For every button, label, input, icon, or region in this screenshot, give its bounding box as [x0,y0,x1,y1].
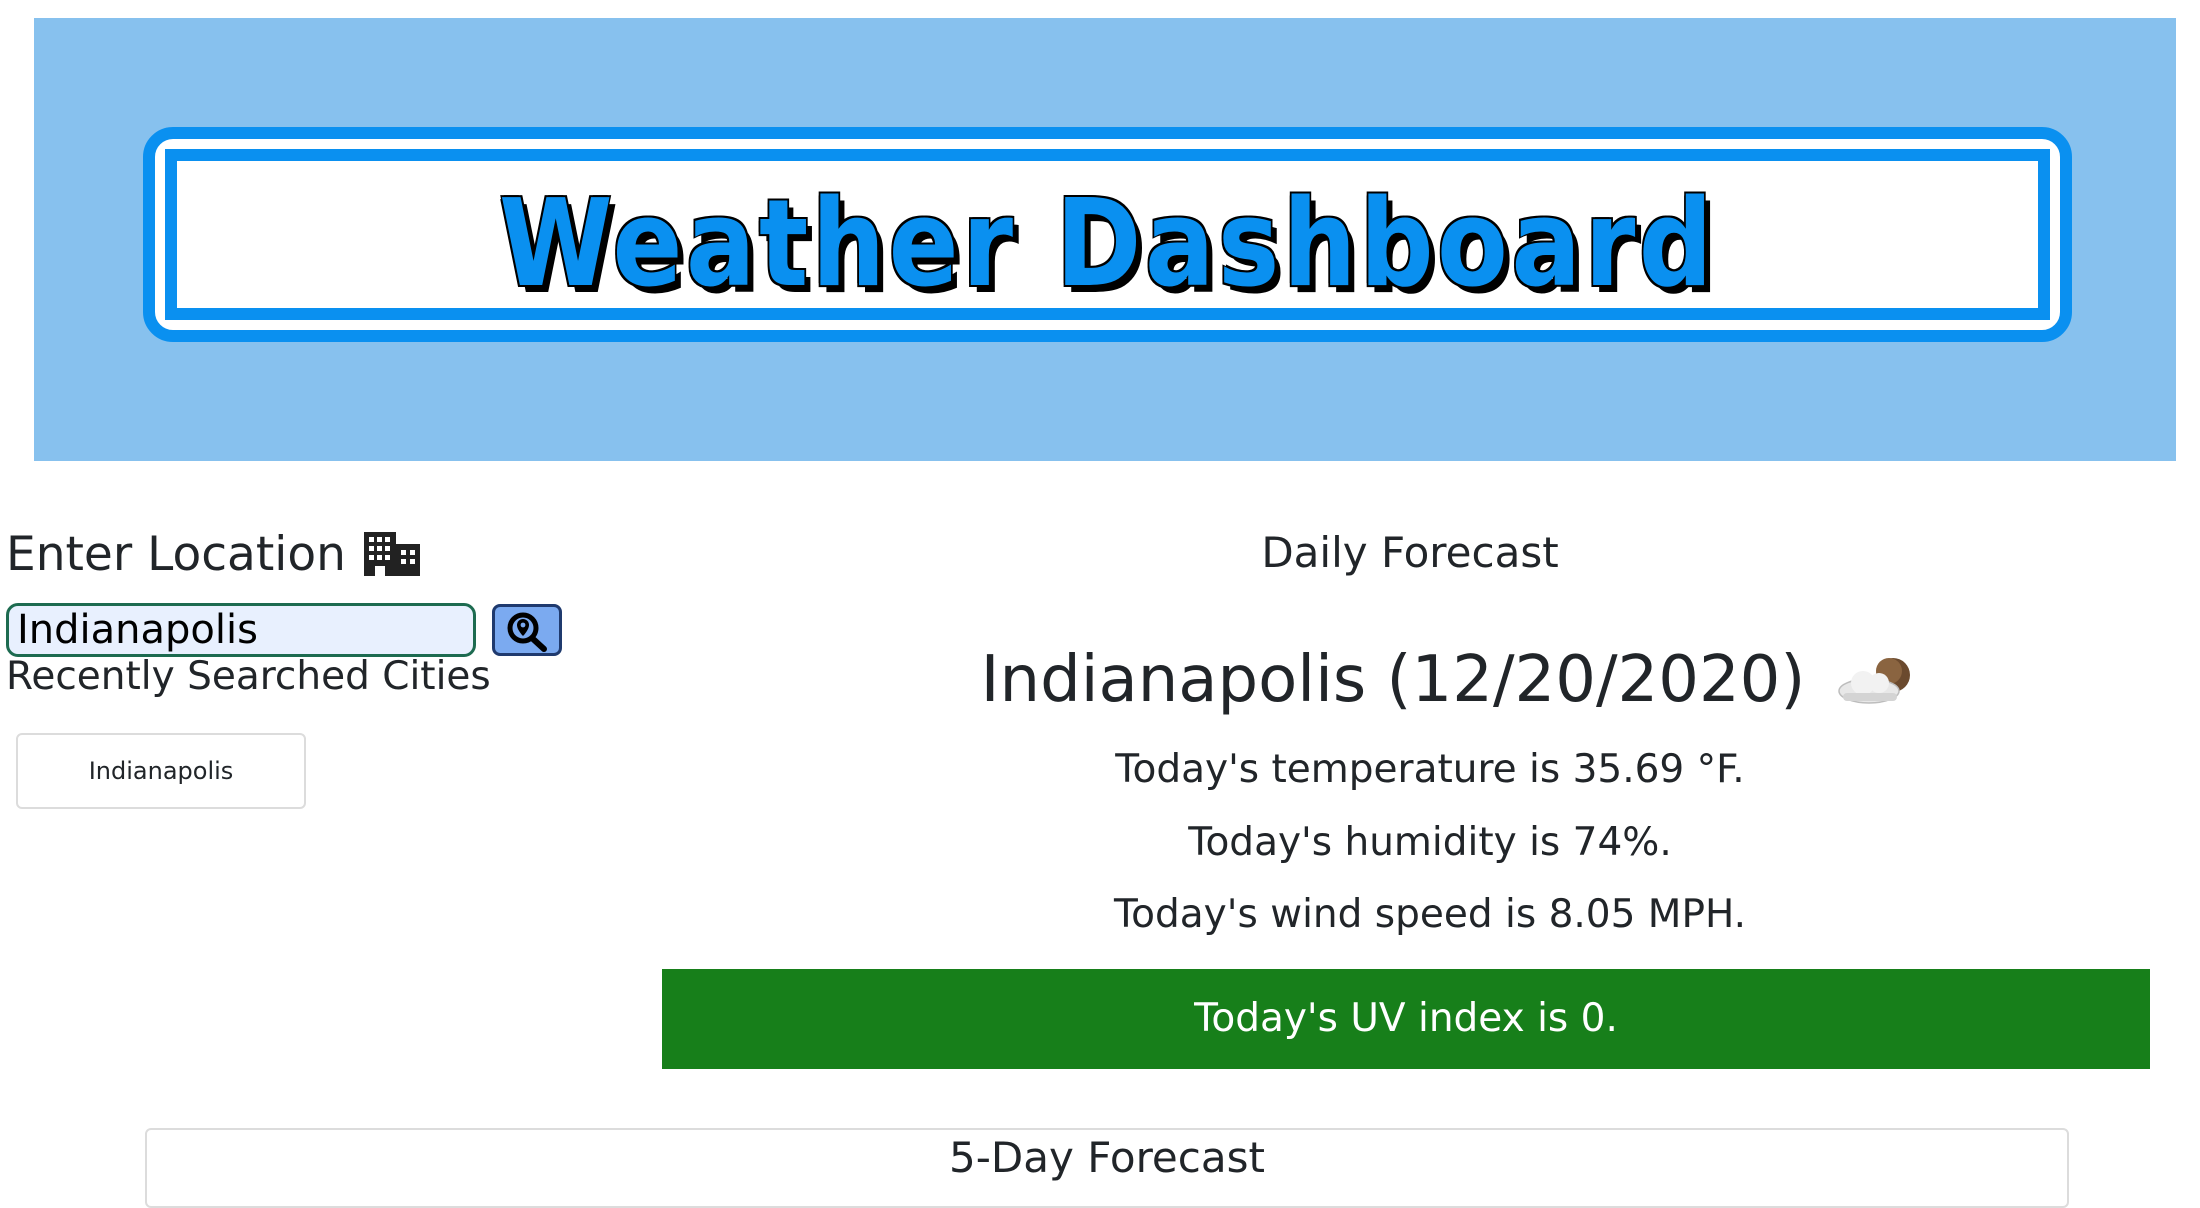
location-label: Enter Location [6,525,420,591]
location-label-text: Enter Location [6,527,346,582]
five-day-forecast-card: 5-Day Forecast [145,1128,2069,1208]
daily-forecast-heading: Daily Forecast [1261,528,1559,577]
five-day-forecast-heading: 5-Day Forecast [949,1133,1265,1182]
search-location-icon [495,611,559,653]
city-date: Indianapolis (12/20/2020) [980,643,1806,717]
uv-index-bar: Today's UV index is 0. [662,969,2150,1069]
title-frame: Weather Dashboard [143,127,2072,342]
search-input[interactable] [6,603,476,657]
title-frame-inner: Weather Dashboard [165,149,2050,320]
header-banner: Weather Dashboard [34,18,2176,461]
recent-city-button[interactable]: Indianapolis [16,733,306,809]
recent-searches-label: Recently Searched Cities [6,654,491,699]
temperature-text: Today's temperature is 35.69 °F. [1115,747,1745,792]
partly-cloudy-night-icon [1835,648,1919,728]
city-icon [362,528,420,591]
recent-searches-list: Indianapolis [16,733,306,809]
page-title: Weather Dashboard [498,175,1717,314]
humidity-text: Today's humidity is 74%. [1188,820,1672,865]
search-button[interactable] [492,604,562,656]
current-city-line: Indianapolis (12/20/2020) [800,640,2100,720]
wind-speed-text: Today's wind speed is 8.05 MPH. [1113,892,1747,937]
